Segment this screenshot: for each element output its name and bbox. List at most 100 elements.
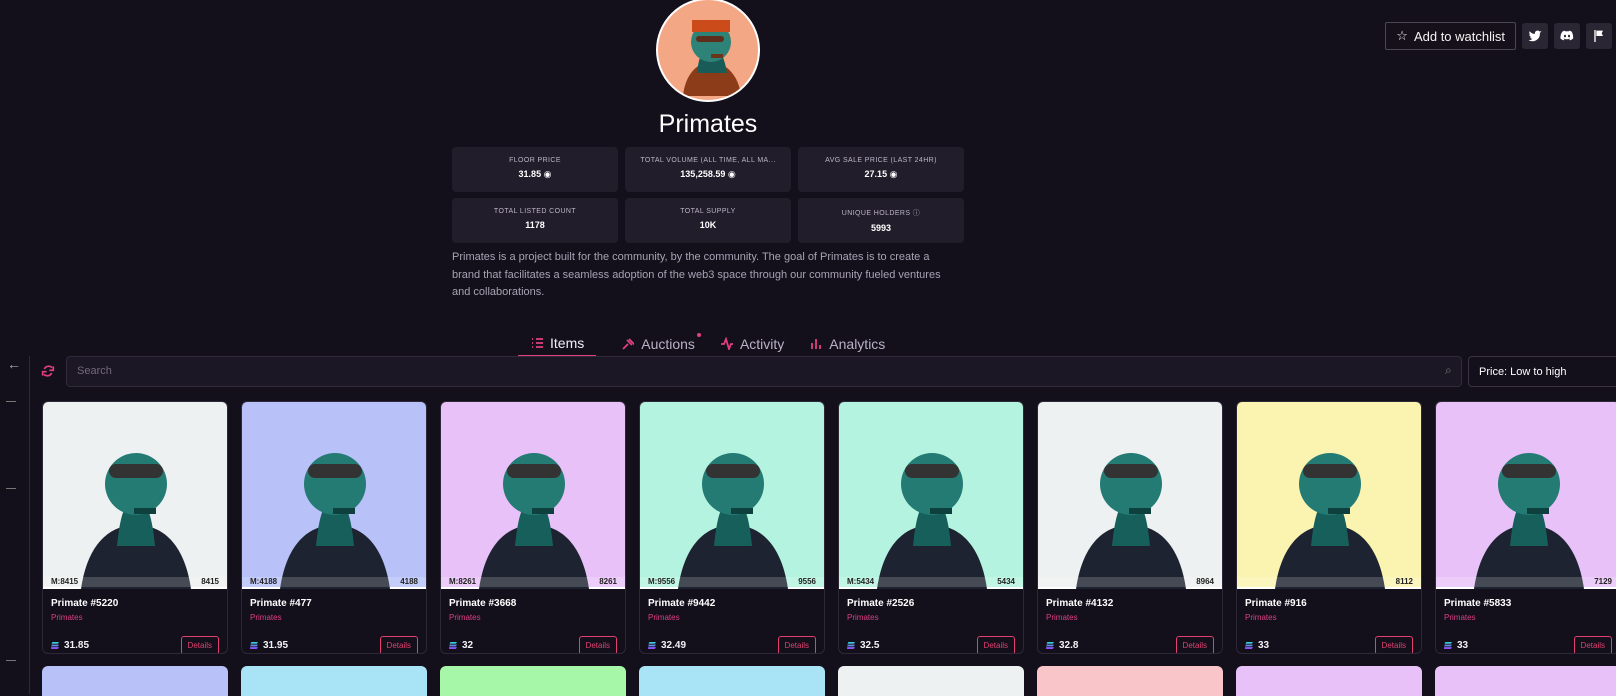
nft-card[interactable]: 8964 Primate #4132 Primates 32.8 Details — [1037, 401, 1223, 654]
report-button[interactable] — [1586, 23, 1612, 49]
twitter-button[interactable] — [1522, 23, 1548, 49]
nft-grid-next-row — [42, 666, 1616, 696]
details-button[interactable]: Details — [1573, 636, 1612, 653]
rarity-tags: 7129 — [1436, 577, 1616, 587]
primate-art — [678, 453, 788, 589]
nft-image[interactable]: 8112 — [1237, 402, 1421, 589]
details-button[interactable]: Details — [180, 636, 219, 653]
twitter-icon — [1528, 30, 1542, 42]
nft-image[interactable]: 7129 — [1436, 402, 1616, 589]
solana-icon — [847, 642, 855, 649]
avg-sale-price-stat: AVG SALE PRICE (LAST 24HR) 27.15 ◉ — [798, 147, 964, 192]
nft-card-preview[interactable] — [241, 666, 427, 696]
nft-card[interactable]: M:5434 5434 Primate #2526 Primates 32.5 D… — [838, 401, 1024, 654]
nft-info: Primate #2526 Primates 32.5 Details — [839, 589, 1023, 653]
details-button[interactable]: Details — [379, 636, 418, 653]
search-icon: ⌕ — [1445, 363, 1452, 377]
discord-button[interactable] — [1554, 23, 1580, 49]
tab-analytics[interactable]: Analytics — [809, 330, 885, 357]
rarity-tags: M:5434 5434 — [839, 577, 1023, 587]
nft-image[interactable]: M:8261 8261 — [441, 402, 625, 589]
floor-price-value: 31.85 ◉ — [518, 169, 552, 179]
tab-activity[interactable]: Activity — [720, 330, 784, 357]
nft-card-preview[interactable] — [838, 666, 1024, 696]
solana-icon — [1444, 642, 1452, 649]
notification-dot — [696, 333, 701, 337]
nft-price: 32.49 — [648, 640, 686, 651]
auction-icon — [622, 338, 635, 350]
nft-card[interactable]: 7129 Primate #5833 Primates 33 Details — [1435, 401, 1616, 654]
primate-art — [280, 453, 390, 589]
details-button[interactable]: Details — [1374, 636, 1413, 653]
avg-sale-value: 27.15 ◉ — [864, 169, 898, 179]
nft-collection: Primates — [847, 613, 879, 622]
flag-icon — [1594, 30, 1603, 42]
refresh-icon[interactable] — [40, 363, 56, 379]
nft-card-preview[interactable] — [42, 666, 228, 696]
add-to-watchlist-button[interactable]: ☆ Add to watchlist — [1385, 22, 1516, 50]
nft-card[interactable]: 8112 Primate #916 Primates 33 Details — [1236, 401, 1422, 654]
solana-icon — [250, 642, 258, 649]
nft-collection: Primates — [250, 613, 282, 622]
nft-card[interactable]: M:8415 8415 Primate #5220 Primates 31.85 … — [42, 401, 228, 654]
total-volume-value: 135,258.59 ◉ — [680, 169, 736, 179]
rarity-tags: 8964 — [1038, 577, 1222, 587]
details-button[interactable]: Details — [1175, 636, 1214, 653]
nft-collection: Primates — [1245, 613, 1277, 622]
nft-info: Primate #4132 Primates 32.8 Details — [1038, 589, 1222, 653]
discord-icon — [1560, 30, 1574, 41]
total-volume-stat: TOTAL VOLUME (ALL TIME, ALL MA... 135,258… — [625, 147, 791, 192]
nft-name: Primate #5220 — [51, 598, 119, 609]
nft-image[interactable]: M:8415 8415 — [43, 402, 227, 589]
bar-chart-icon — [811, 339, 822, 349]
filter-divider — [6, 488, 16, 489]
price-row: 32.5 Details — [847, 636, 1015, 653]
watchlist-label: Add to watchlist — [1413, 28, 1505, 44]
nft-info: Primate #3668 Primates 32 Details — [441, 589, 625, 653]
nft-card[interactable]: M:9556 9556 Primate #9442 Primates 32.49 … — [639, 401, 825, 654]
nft-name: Primate #4132 — [1046, 598, 1114, 609]
solana-icon — [1245, 642, 1253, 649]
nft-image[interactable]: M:9556 9556 — [640, 402, 824, 589]
nft-name: Primate #9442 — [648, 598, 716, 609]
collection-description: Primates is a project built for the comm… — [452, 251, 941, 298]
tab-auctions[interactable]: Auctions — [621, 330, 701, 357]
nft-image[interactable]: 8964 — [1038, 402, 1222, 589]
primate-art — [877, 453, 987, 589]
nft-price: 33 — [1245, 640, 1269, 651]
solana-icon — [648, 642, 656, 649]
primate-art — [1474, 453, 1584, 589]
listed-count-stat: TOTAL LISTED COUNT 1178 — [452, 198, 618, 243]
list-icon — [532, 338, 543, 348]
details-button[interactable]: Details — [976, 636, 1015, 653]
sort-select[interactable]: Price: Low to high⌄ — [1468, 356, 1616, 387]
nft-card-preview[interactable] — [440, 666, 626, 696]
price-row: 33 Details — [1245, 636, 1413, 653]
nft-card-preview[interactable] — [1435, 666, 1616, 696]
nft-image[interactable]: M:4188 4188 — [242, 402, 426, 589]
info-icon: ⓘ — [912, 210, 921, 217]
collapse-arrow-icon[interactable]: ← — [7, 356, 21, 372]
nft-price: 32.8 — [1046, 640, 1078, 651]
price-row: 32 Details — [449, 636, 617, 653]
details-button[interactable]: Details — [578, 636, 617, 653]
nft-name: Primate #5833 — [1444, 598, 1512, 609]
price-row: 33 Details — [1444, 636, 1612, 653]
nft-card[interactable]: M:4188 4188 Primate #477 Primates 31.95 D… — [241, 401, 427, 654]
total-supply-stat: TOTAL SUPPLY 10K — [625, 198, 791, 243]
solana-icon — [1046, 642, 1054, 649]
nft-card-preview[interactable] — [639, 666, 825, 696]
search-input[interactable]: Search — [66, 356, 1462, 387]
nft-card-preview[interactable] — [1236, 666, 1422, 696]
nft-name: Primate #2526 — [847, 598, 915, 609]
nft-card[interactable]: M:8261 8261 Primate #3668 Primates 32 Det… — [440, 401, 626, 654]
rarity-tags: 8112 — [1237, 577, 1421, 587]
details-button[interactable]: Details — [777, 636, 816, 653]
solana-icon — [449, 642, 457, 649]
collection-avatar — [656, 0, 760, 102]
star-icon: ☆ — [1396, 28, 1408, 43]
nft-image[interactable]: M:5434 5434 — [839, 402, 1023, 589]
tab-items[interactable]: Items — [518, 330, 597, 357]
nft-card-preview[interactable] — [1037, 666, 1223, 696]
nft-info: Primate #5220 Primates 31.85 Details — [43, 589, 227, 653]
